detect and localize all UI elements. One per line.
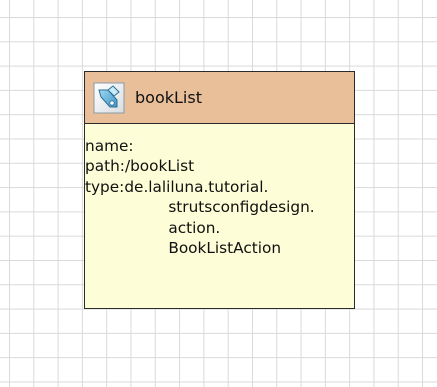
type-value: de.laliluna.tutorial. strutsconfigdesign… bbox=[124, 177, 314, 259]
name-label: name: bbox=[85, 137, 134, 155]
type-line-4: BookListAction bbox=[168, 239, 282, 258]
type-line-1: de.laliluna.tutorial. bbox=[124, 177, 269, 196]
property-row-type: type: de.laliluna.tutorial. strutsconfig… bbox=[85, 177, 354, 259]
path-value: /bookList bbox=[124, 157, 195, 176]
action-node-header[interactable]: bookList bbox=[85, 72, 354, 124]
diagram-canvas[interactable]: bookList name: path: /bookList type: de.… bbox=[0, 0, 437, 387]
action-mapping-icon bbox=[93, 82, 125, 114]
type-line-2: strutsconfigdesign. bbox=[168, 198, 315, 217]
node-title: bookList bbox=[135, 87, 202, 107]
property-row-path: path: /bookList bbox=[85, 156, 354, 176]
action-node-booklist[interactable]: bookList name: path: /bookList type: de.… bbox=[84, 71, 355, 309]
path-label: path: bbox=[85, 157, 125, 176]
node-properties: name: path: /bookList type: de.laliluna.… bbox=[85, 124, 354, 258]
type-line-3: action. bbox=[168, 218, 221, 237]
property-row-name: name: bbox=[85, 136, 354, 156]
type-label: type: bbox=[85, 177, 125, 196]
